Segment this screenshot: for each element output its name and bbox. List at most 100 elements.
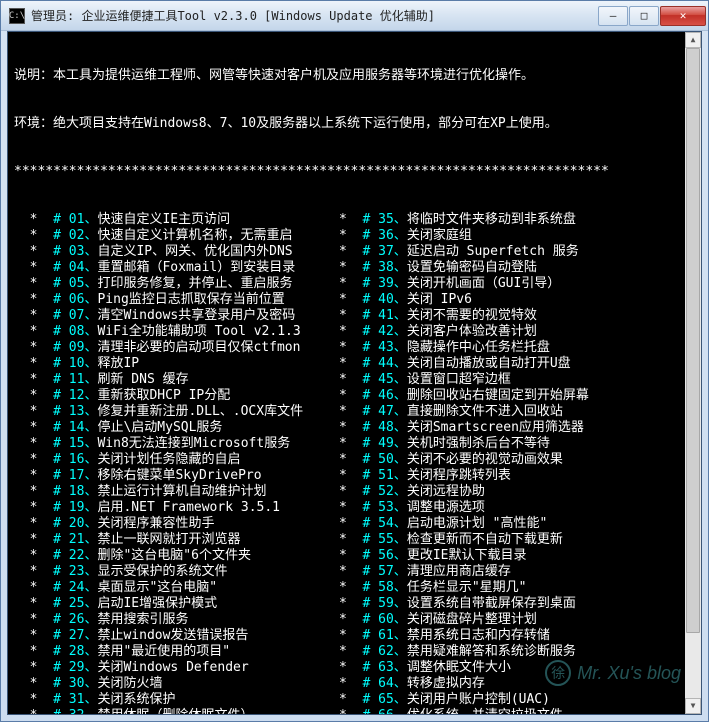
titlebar[interactable]: C:\ 管理员: 企业运维便捷工具Tool v2.3.0 [Windows Up… [1,1,708,31]
option-text: 禁用疑难解答和系统诊断服务 [407,644,576,659]
option-row: * # 10、释放IP [14,356,339,372]
option-text: 关闭远程协助 [407,484,485,499]
option-row: * # 52、关闭远程协助 [339,484,695,500]
option-row: * # 22、删除"这台电脑"6个文件夹 [14,548,339,564]
scroll-up-button[interactable]: ▲ [685,32,701,48]
option-row: * # 44、关闭自动播放或自动打开U盘 [339,356,695,372]
option-row: * # 35、将临时文件夹移动到非系统盘 [339,212,695,228]
option-text: 打印服务修复，并停止、重启服务 [97,276,292,291]
option-text: 显示受保护的系统文件 [97,564,227,579]
option-text: 关闭 IPv6 [407,292,472,307]
option-text: 关闭不需要的视觉特效 [407,308,537,323]
option-row: * # 65、关闭用户账户控制(UAC) [339,692,695,708]
option-row: * # 25、启动IE增强保护模式 [14,596,339,612]
option-text: 关闭不必要的视觉动画效果 [407,452,563,467]
option-text: 移除右键菜单SkyDrivePro [97,468,261,483]
option-text: 禁止一联网就打开浏览器 [97,532,240,547]
option-text: 禁止window发送错误报告 [97,628,248,643]
option-text: 关闭Smartscreen应用筛选器 [407,420,584,435]
option-row: * # 12、重新获取DHCP IP分配 [14,388,339,404]
option-row: * # 24、桌面显示"这台电脑" [14,580,339,596]
intro-line-1: 说明：本工具为提供运维工程师、网管等快速对客户机及应用服务器等环境进行优化操作。 [14,68,695,84]
option-row: * # 36、关闭家庭组 [339,228,695,244]
option-text: 直接删除文件不进入回收站 [407,404,563,419]
option-text: 修复并重新注册.DLL、.OCX库文件 [97,404,303,419]
option-text: 关闭家庭组 [407,228,472,243]
option-text: 关闭磁盘碎片整理计划 [407,612,537,627]
option-row: * # 42、关闭客户体验改善计划 [339,324,695,340]
option-row: * # 27、禁止window发送错误报告 [14,628,339,644]
option-row: * # 23、显示受保护的系统文件 [14,564,339,580]
option-text: WiFi全功能辅助项 Tool v2.1.3 [97,324,300,339]
option-row: * # 31、关闭系统保护 [14,692,339,708]
option-row: * # 63、调整休眠文件大小 [339,660,695,676]
option-text: Win8无法连接到Microsoft服务 [97,436,290,451]
option-text: 调整休眠文件大小 [407,660,511,675]
option-text: 任务栏显示"星期几" [407,580,527,595]
option-row: * # 11、刷新 DNS 缓存 [14,372,339,388]
option-text: 将临时文件夹移动到非系统盘 [407,212,576,227]
option-row: * # 01、快速自定义IE主页访问 [14,212,339,228]
option-row: * # 50、关闭不必要的视觉动画效果 [339,452,695,468]
option-text: 禁止运行计算机自动维护计划 [97,484,266,499]
option-row: * # 07、清空Windows共享登录用户及密码 [14,308,339,324]
option-text: 隐藏操作中心任务栏托盘 [407,340,550,355]
option-text: 延迟启动 Superfetch 服务 [407,244,579,259]
option-text: 禁用系统日志和内存转储 [407,628,550,643]
window-controls: — □ ✕ [598,6,706,26]
option-row: * # 46、删除回收站右键固定到开始屏幕 [339,388,695,404]
app-window: C:\ 管理员: 企业运维便捷工具Tool v2.3.0 [Windows Up… [0,0,709,722]
option-text: 快速自定义计算机名称，无需重启 [97,228,292,243]
scroll-down-button[interactable]: ▼ [685,698,701,714]
option-row: * # 19、启用.NET Framework 3.5.1 [14,500,339,516]
option-row: * # 21、禁止一联网就打开浏览器 [14,532,339,548]
option-text: 关机时强制杀后台不等待 [407,436,550,451]
option-row: * # 62、禁用疑难解答和系统诊断服务 [339,644,695,660]
option-row: * # 40、关闭 IPv6 [339,292,695,308]
option-text: 禁用搜索引服务 [97,612,188,627]
option-row: * # 51、关闭程序跳转列表 [339,468,695,484]
options-left-column: * # 01、快速自定义IE主页访问 * # 02、快速自定义计算机名称，无需重… [14,212,339,715]
option-row: * # 58、任务栏显示"星期几" [339,580,695,596]
option-row: * # 56、更改IE默认下载目录 [339,548,695,564]
option-text: 关闭防火墙 [97,676,162,691]
option-text: 关闭客户体验改善计划 [407,324,537,339]
minimize-button[interactable]: — [598,6,628,26]
options-right-column: * # 35、将临时文件夹移动到非系统盘* # 36、关闭家庭组* # 37、延… [339,212,695,715]
option-row: * # 55、检查更新而不自动下载更新 [339,532,695,548]
option-row: * # 54、启动电源计划 "高性能" [339,516,695,532]
option-text: 关闭Windows Defender [97,660,248,675]
option-text: 关闭程序兼容性助手 [97,516,214,531]
option-text: 优化系统，并清空垃圾文件 [407,708,563,715]
option-text: 禁用休眠（删除休眠文件） [97,708,253,715]
option-text: 调整电源选项 [407,500,485,515]
option-row: * # 05、打印服务修复，并停止、重启服务 [14,276,339,292]
option-text: 桌面显示"这台电脑" [97,580,217,595]
option-text: 删除"这台电脑"6个文件夹 [97,548,250,563]
option-row: * # 32、禁用休眠（删除休眠文件） [14,708,339,715]
option-row: * # 64、转移虚拟内存 [339,676,695,692]
maximize-button[interactable]: □ [629,6,659,26]
option-row: * # 17、移除右键菜单SkyDrivePro [14,468,339,484]
scroll-track[interactable] [685,48,701,698]
close-button[interactable]: ✕ [660,6,706,26]
option-row: * # 09、清理非必要的启动项目仅保ctfmon [14,340,339,356]
scroll-thumb[interactable] [686,48,700,633]
option-row: * # 26、禁用搜索引服务 [14,612,339,628]
option-text: 转移虚拟内存 [407,676,485,691]
option-row: * # 66、优化系统，并清空垃圾文件 [339,708,695,715]
option-row: * # 37、延迟启动 Superfetch 服务 [339,244,695,260]
vertical-scrollbar[interactable]: ▲ ▼ [685,32,701,714]
option-text: 关闭系统保护 [97,692,175,707]
option-text: 关闭计划任务隐藏的自启 [97,452,240,467]
option-row: * # 08、WiFi全功能辅助项 Tool v2.1.3 [14,324,339,340]
option-row: * # 30、关闭防火墙 [14,676,339,692]
option-row: * # 16、关闭计划任务隐藏的自启 [14,452,339,468]
option-text: 启动IE增强保护模式 [97,596,217,611]
option-row: * # 02、快速自定义计算机名称，无需重启 [14,228,339,244]
option-text: 释放IP [97,356,139,371]
option-row: * # 20、关闭程序兼容性助手 [14,516,339,532]
option-row: * # 53、调整电源选项 [339,500,695,516]
option-row: * # 03、自定义IP、网关、优化国内外DNS [14,244,339,260]
option-row: * # 38、设置免输密码自动登陆 [339,260,695,276]
